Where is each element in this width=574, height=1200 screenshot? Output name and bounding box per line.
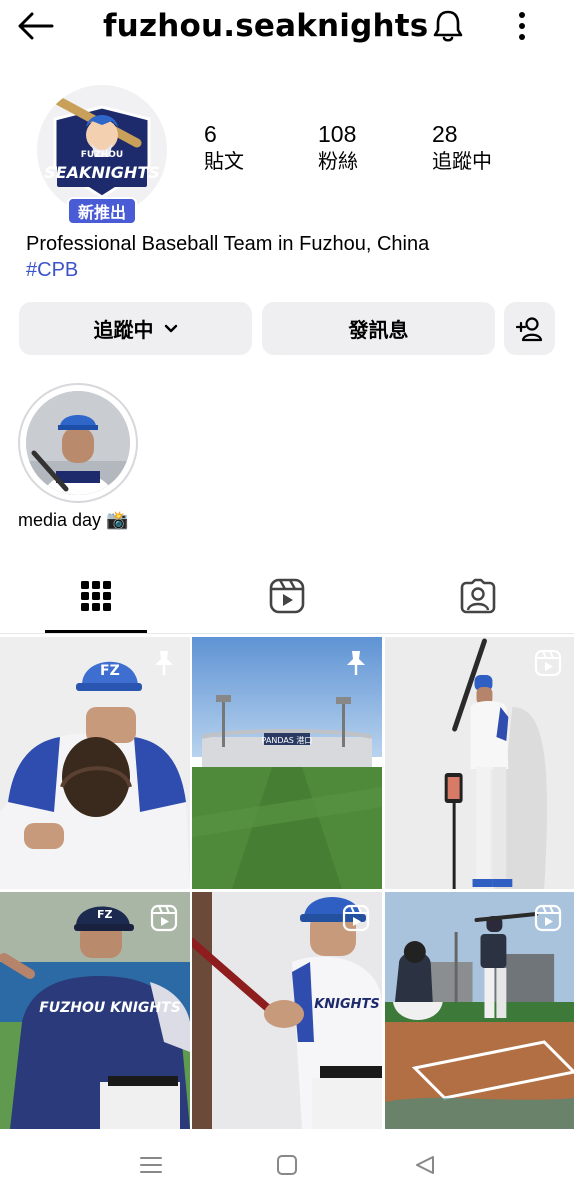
following-dropdown-button[interactable]: 追蹤中 [19, 302, 252, 355]
reels-icon [269, 578, 305, 614]
system-back-button[interactable] [405, 1150, 445, 1180]
highlight-label: media day 📸 [18, 510, 129, 530]
more-vertical-icon [519, 12, 525, 40]
reel-icon [342, 904, 370, 932]
posts-count: 6 [204, 121, 217, 147]
grid-icon [81, 581, 111, 611]
chevron-down-icon [164, 324, 177, 332]
following-count: 28 [432, 121, 458, 147]
suggest-users-button[interactable] [504, 302, 555, 355]
logo-text-main: SEAKNIGHTS [44, 163, 160, 182]
profile-bio: Professional Baseball Team in Fuzhou, Ch… [26, 233, 430, 255]
tagged-person-icon [460, 578, 496, 614]
bell-icon [433, 10, 463, 42]
grid-post-4[interactable]: FZ FUZHOU KNIGHTS [0, 892, 190, 1129]
profile-avatar[interactable]: FUZHOU SEAKNIGHTS [37, 85, 167, 215]
team-logo-image: FUZHOU SEAKNIGHTS [37, 85, 167, 215]
profile-tabs [0, 560, 574, 634]
message-button[interactable]: 發訊息 [262, 302, 495, 355]
recent-apps-button[interactable] [131, 1150, 171, 1180]
reel-icon [534, 649, 562, 677]
reel-icon [150, 904, 178, 932]
followers-label: 粉絲 [318, 151, 358, 173]
following-button-label: 追蹤中 [93, 320, 154, 342]
active-tab-indicator [45, 630, 147, 633]
square-home-icon [277, 1155, 297, 1175]
svg-text:FZ: FZ [97, 908, 113, 921]
followers-count: 108 [318, 121, 357, 147]
grid-post-1[interactable]: FZ [0, 637, 190, 889]
posts-label: 貼文 [204, 151, 244, 173]
stat-posts[interactable]: 6 貼文 [204, 120, 244, 176]
stat-following[interactable]: 28 追蹤中 [432, 120, 492, 176]
grid-post-5[interactable]: KNIGHTS [192, 892, 382, 1129]
triangle-back-icon [416, 1156, 434, 1174]
grid-post-2[interactable]: PANDAS 港口 [192, 637, 382, 889]
grid-post-3[interactable] [385, 637, 574, 889]
more-options-button[interactable] [508, 6, 536, 46]
svg-text:FZ: FZ [100, 663, 120, 679]
new-badge: 新推出 [67, 197, 137, 225]
logo-text-top: FUZHOU [81, 150, 123, 160]
top-bar: fuzhou.seaknights [0, 0, 574, 52]
pin-icon [155, 651, 173, 675]
tab-tagged[interactable] [427, 560, 529, 632]
grid-post-6[interactable] [385, 892, 574, 1129]
profile-username: fuzhou.seaknights [103, 8, 429, 44]
stadium-sign: PANDAS 港口 [262, 735, 313, 745]
following-label: 追蹤中 [432, 151, 492, 173]
posts-grid: FZ PANDAS 港口 FZ FUZHOU KNIGHTS KNIGHTS [0, 637, 574, 1129]
post-jersey-text: KNIGHTS [314, 997, 380, 1012]
highlight-cover-image [26, 391, 130, 495]
pin-icon [347, 651, 365, 675]
home-button[interactable] [267, 1150, 307, 1180]
tab-reels[interactable] [236, 560, 338, 632]
arrow-left-icon [18, 12, 54, 40]
message-button-label: 發訊息 [348, 320, 409, 342]
back-button[interactable] [16, 8, 60, 44]
post-jersey-text: FUZHOU KNIGHTS [39, 1000, 181, 1016]
tab-posts-grid[interactable] [45, 560, 147, 632]
notifications-button[interactable] [428, 6, 468, 46]
reel-icon [534, 904, 562, 932]
system-nav-bar [0, 1130, 574, 1200]
story-highlight[interactable] [18, 383, 138, 503]
stat-followers[interactable]: 108 粉絲 [318, 120, 358, 176]
menu-lines-icon [140, 1157, 162, 1173]
bio-hashtag-link[interactable]: #CPB [26, 258, 78, 282]
add-user-icon [515, 316, 542, 341]
